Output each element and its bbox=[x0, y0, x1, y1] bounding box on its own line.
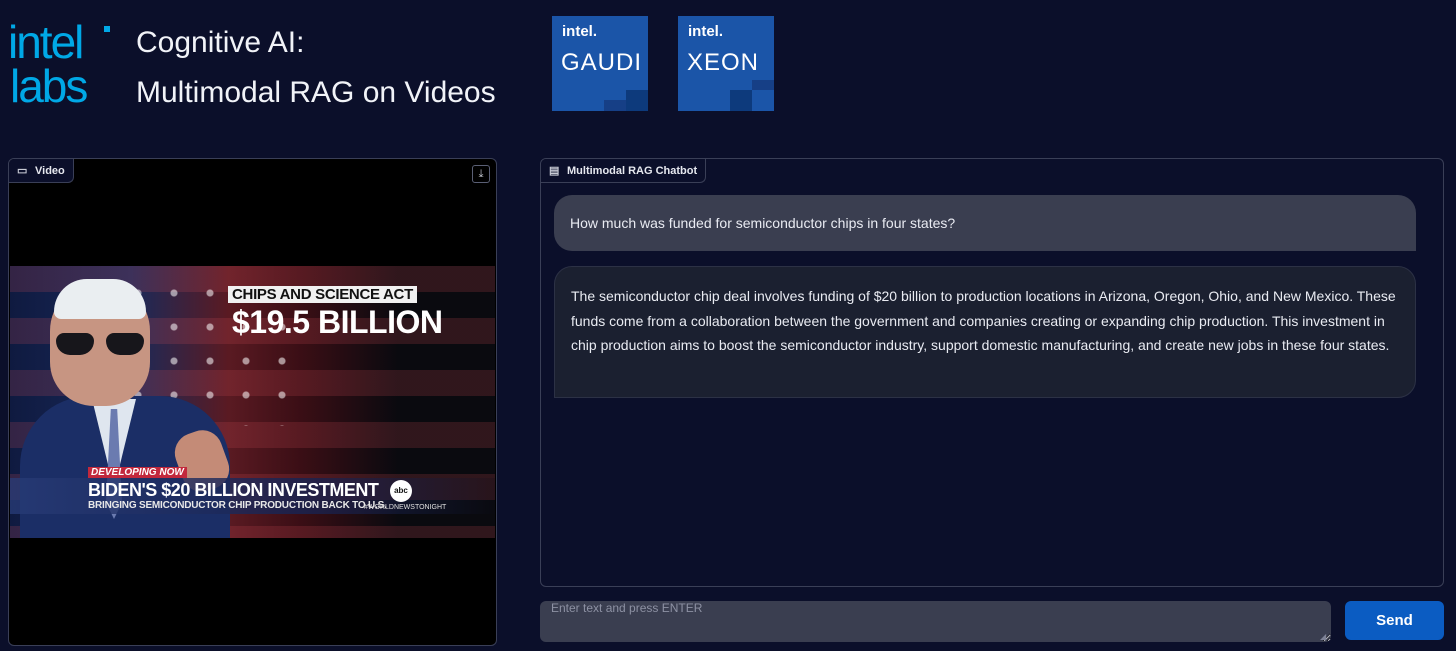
download-icon[interactable]: ⤓ bbox=[472, 165, 490, 183]
bot-message: The semiconductor chip deal involves fun… bbox=[554, 266, 1416, 398]
chatbot-panel-label: ▤ Multimodal RAG Chatbot bbox=[541, 159, 707, 183]
intel-labs-logo: intel labs bbox=[8, 16, 110, 114]
badge-square bbox=[752, 80, 774, 90]
gaudi-badge-product: GAUDI bbox=[561, 49, 643, 76]
xeon-badge-product: XEON bbox=[687, 49, 760, 76]
app-header: intel labs Cognitive AI: Multimodal RAG … bbox=[0, 0, 1456, 150]
badge-square bbox=[626, 90, 648, 111]
gaudi-badge: intel. GAUDI bbox=[552, 16, 648, 111]
network-logo: abc bbox=[390, 480, 412, 502]
video-camera-icon: ▭ bbox=[17, 165, 28, 177]
send-button[interactable]: Send bbox=[1345, 601, 1444, 640]
video-subline: BRINGING SEMICONDUCTOR CHIP PRODUCTION B… bbox=[88, 500, 387, 511]
chat-bubble-icon: ▤ bbox=[549, 165, 560, 177]
user-message: How much was funded for semiconductor ch… bbox=[554, 195, 1416, 251]
badge-square bbox=[604, 100, 626, 111]
page-title-line1: Cognitive AI: bbox=[136, 26, 305, 59]
badge-square bbox=[730, 90, 752, 111]
video-player[interactable]: CHIPS AND SCIENCE ACT $19.5 BILLION DEVE… bbox=[10, 266, 495, 538]
resize-handle-icon[interactable]: ◢ bbox=[1320, 632, 1326, 641]
xeon-badge-brand: intel. bbox=[688, 23, 724, 40]
video-banner-text: CHIPS AND SCIENCE ACT bbox=[228, 286, 417, 303]
chat-input[interactable] bbox=[540, 601, 1331, 642]
video-panel: ▭ Video ⤓ CHIPS AND SCIENCE ACT $19.5 BI… bbox=[8, 158, 497, 646]
logo-text-labs: labs bbox=[10, 60, 88, 112]
chatbot-panel: ▤ Multimodal RAG Chatbot How much was fu… bbox=[540, 158, 1444, 587]
video-amount-text: $19.5 BILLION bbox=[232, 304, 443, 340]
video-headline: BIDEN'S $20 BILLION INVESTMENT bbox=[88, 480, 379, 500]
video-hashtag: #WORLDNEWSTONIGHT bbox=[364, 504, 447, 511]
video-panel-label-text: Video bbox=[35, 165, 65, 177]
xeon-badge: intel. XEON bbox=[678, 16, 774, 111]
chatbot-panel-label-text: Multimodal RAG Chatbot bbox=[567, 165, 698, 177]
developing-now-tag: DEVELOPING NOW bbox=[88, 467, 187, 478]
page-title-line2: Multimodal RAG on Videos bbox=[136, 76, 496, 109]
gaudi-badge-brand: intel. bbox=[562, 23, 598, 40]
logo-text-intel: intel bbox=[8, 16, 84, 68]
logo-dot bbox=[104, 26, 110, 32]
video-panel-label: ▭ Video bbox=[9, 159, 74, 183]
